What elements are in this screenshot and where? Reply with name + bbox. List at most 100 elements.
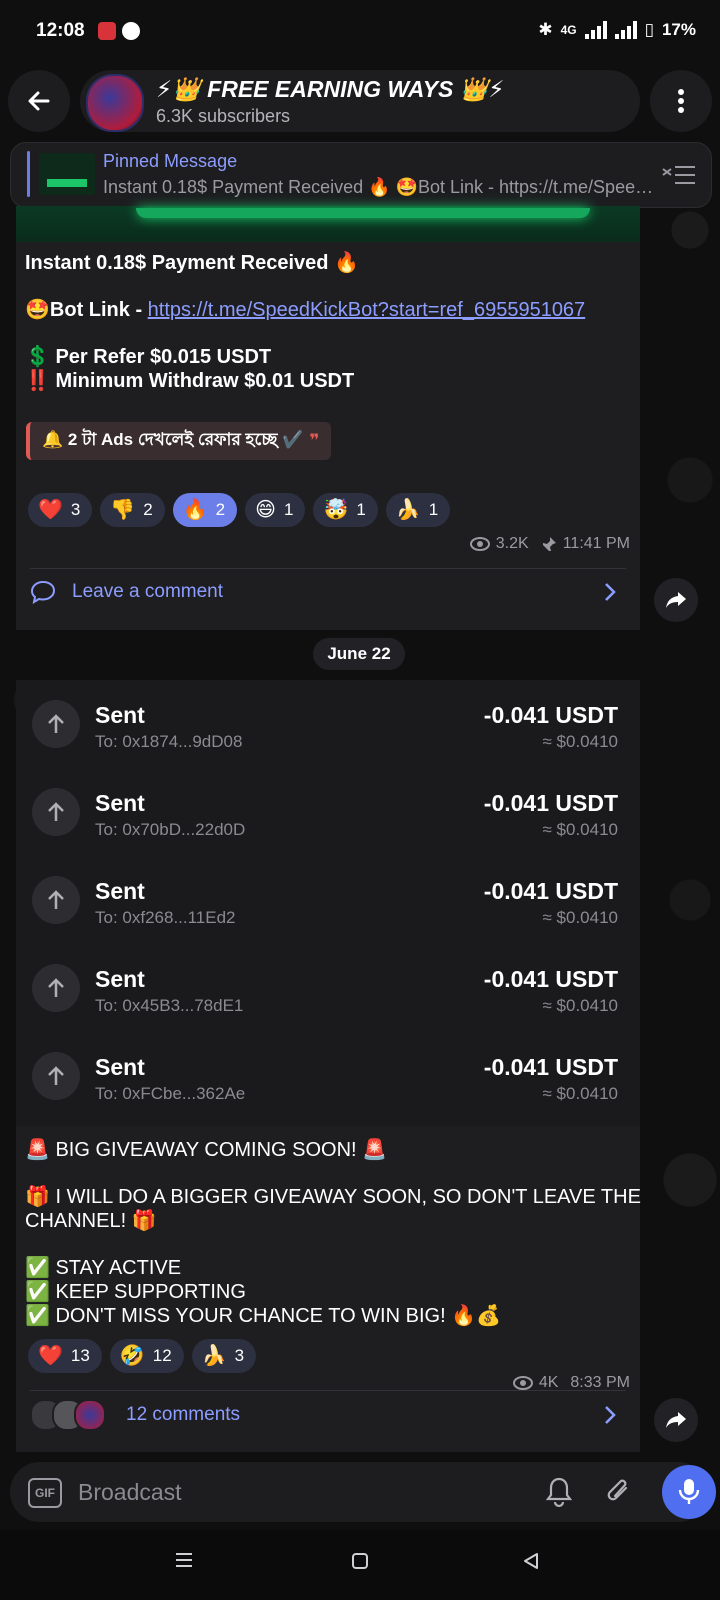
- reaction-count: 2: [143, 500, 153, 519]
- reaction-banana[interactable]: 🍌 1: [385, 493, 451, 527]
- reaction-fire[interactable]: 🔥 2: [172, 493, 238, 527]
- bot-link-prefix: 🤩Bot Link -: [25, 299, 148, 321]
- divider: [30, 1390, 626, 1391]
- transaction-row: Sent To: 0x45B3...78dE1 -0.041 USDT ≈ $0…: [16, 944, 640, 1032]
- battery-level: 17%: [661, 20, 696, 39]
- chevron-right-icon: [605, 1406, 616, 1424]
- min-withdraw-line: ‼️ Minimum Withdraw $0.01 USDT: [25, 370, 355, 392]
- transaction-row: Sent To: 0xf268...11Ed2 -0.041 USDT ≈ $0…: [16, 856, 640, 944]
- comment-icon: [30, 580, 56, 604]
- mind-blown-icon: 🤯: [323, 499, 349, 521]
- channel-title: ⚡👑 FREE EARNING WAYS 👑⚡: [156, 76, 505, 102]
- giveaway-headline: 🚨 BIG GIVEAWAY COMING SOON! 🚨: [25, 1139, 388, 1161]
- message-line: Instant 0.18$ Payment Received 🔥: [25, 252, 359, 274]
- tx-amount: -0.041 USDT: [483, 1054, 618, 1080]
- reaction-count: 13: [70, 1346, 90, 1365]
- eye-icon: [512, 1376, 533, 1390]
- thumbs-down-icon: 👎: [110, 499, 136, 521]
- tx-recipient: To: 0x45B3...78dE1: [95, 996, 244, 1015]
- reaction-thumbs-down[interactable]: 👎 2: [100, 493, 165, 527]
- arrow-up-icon: [32, 1052, 80, 1100]
- pin-icon: [542, 537, 556, 551]
- reaction-count: 1: [283, 500, 294, 519]
- tx-label: Sent: [95, 1054, 145, 1080]
- heart-icon: ❤️: [38, 499, 63, 521]
- pinned-list-icon[interactable]: [661, 163, 697, 187]
- message-image[interactable]: [16, 206, 640, 242]
- recents-icon[interactable]: [175, 1552, 193, 1568]
- message-bubble[interactable]: Instant 0.18$ Payment Received 🔥 🤩Bot Li…: [16, 206, 640, 630]
- tx-usd-value: ≈ $0.0410: [542, 820, 618, 839]
- message-bubble[interactable]: Sent To: 0x1874...9dD08 -0.041 USDT ≈ $0…: [16, 680, 641, 1452]
- date-separator: June 22: [313, 638, 405, 670]
- broadcast-input-bar: GIF Broadcast: [10, 1462, 716, 1522]
- app-notification-icon: [98, 22, 116, 40]
- chat-header: ⚡👑 FREE EARNING WAYS 👑⚡ 6.3K subscribers: [8, 70, 712, 134]
- giveaway-body: 🎁 I WILL DO A BIGGER GIVEAWAY SOON, SO D…: [25, 1186, 641, 1208]
- checklist-item: ✅ STAY ACTIVE: [25, 1257, 182, 1279]
- more-menu-button[interactable]: [650, 70, 712, 132]
- arrow-up-icon: [32, 876, 80, 924]
- reaction-mind-blown[interactable]: 🤯 1: [313, 493, 378, 527]
- reaction-banana[interactable]: 🍌 3: [191, 1339, 257, 1373]
- signal-icon-2: [614, 21, 637, 39]
- reaction-grin[interactable]: 😄 1: [245, 493, 306, 527]
- reaction-count: 1: [356, 500, 366, 519]
- reaction-heart[interactable]: ❤️ 13: [28, 1339, 102, 1373]
- transaction-screenshot[interactable]: Sent To: 0x1874...9dD08 -0.041 USDT ≈ $0…: [16, 680, 640, 1126]
- status-bar: 12:08 ✱ 4G ▯ 17%: [0, 0, 720, 64]
- rofl-icon: 🤣: [119, 1345, 145, 1367]
- bot-link-line: 🤩Bot Link - https://t.me/SpeedKickBot?st…: [25, 298, 585, 322]
- gif-icon[interactable]: GIF: [28, 1478, 62, 1508]
- view-count: 3.2K: [495, 535, 529, 552]
- tx-amount: -0.041 USDT: [483, 790, 618, 816]
- share-button[interactable]: [654, 578, 698, 622]
- banana-icon: 🍌: [395, 499, 421, 521]
- reaction-heart[interactable]: ❤️ 3: [28, 493, 93, 527]
- reaction-count: 3: [234, 1346, 245, 1365]
- microphone-button[interactable]: [662, 1465, 716, 1519]
- bot-link[interactable]: https://t.me/SpeedKickBot?start=ref_6955…: [148, 299, 586, 321]
- commenter-avatars: [30, 1399, 106, 1431]
- heart-icon: ❤️: [38, 1345, 63, 1367]
- tx-recipient: To: 0x70bD...22d0D: [95, 820, 246, 839]
- channel-info[interactable]: ⚡👑 FREE EARNING WAYS 👑⚡ 6.3K subscribers: [80, 70, 640, 132]
- reactions: ❤️ 3 👎 2 🔥 2 😄 1 🤯 1 🍌 1: [28, 493, 451, 527]
- paperclip-icon[interactable]: [604, 1476, 634, 1508]
- pinned-thumbnail: [39, 153, 95, 195]
- transaction-row: Sent To: 0xFCbe...362Ae -0.041 USDT ≈ $0…: [16, 1032, 640, 1120]
- tx-label: Sent: [95, 702, 145, 728]
- bell-icon[interactable]: [544, 1476, 574, 1508]
- reaction-rofl[interactable]: 🤣 12: [109, 1339, 184, 1373]
- share-icon: [666, 1412, 686, 1428]
- tx-usd-value: ≈ $0.0410: [542, 1084, 618, 1103]
- back-button[interactable]: [8, 70, 70, 132]
- quote-mark: ❞: [309, 431, 320, 450]
- share-button[interactable]: [654, 1398, 698, 1442]
- share-icon: [666, 592, 686, 608]
- tx-usd-value: ≈ $0.0410: [542, 996, 618, 1015]
- tx-amount: -0.041 USDT: [483, 702, 618, 728]
- reaction-count: 1: [428, 500, 439, 519]
- home-icon[interactable]: [351, 1552, 369, 1570]
- back-nav-icon[interactable]: [522, 1552, 540, 1570]
- broadcast-input[interactable]: Broadcast: [78, 1479, 182, 1506]
- pinned-indicator: [27, 151, 30, 197]
- quote-text: 🔔 2 টা Ads দেখলেই রেফার হচ্ছে ✔️: [42, 430, 304, 449]
- eye-icon: [469, 537, 490, 551]
- comments-row[interactable]: 12 comments: [30, 1392, 626, 1438]
- system-nav-bar: [0, 1530, 720, 1600]
- more-vertical-icon: [678, 89, 684, 113]
- tx-recipient: To: 0xf268...11Ed2: [95, 908, 236, 927]
- leave-comment-label: Leave a comment: [72, 581, 224, 602]
- reactions: ❤️ 13 🤣 12 🍌 3: [28, 1339, 257, 1373]
- tx-label: Sent: [95, 878, 145, 904]
- reaction-count: 3: [70, 500, 81, 519]
- pinned-message[interactable]: Pinned Message Instant 0.18$ Payment Rec…: [10, 142, 712, 208]
- reaction-count: 12: [152, 1346, 172, 1365]
- record-icon: [122, 22, 140, 40]
- leave-comment-row[interactable]: Leave a comment: [30, 569, 626, 615]
- quote-block: 🔔 2 টা Ads দেখলেই রেফার হচ্ছে ✔️ ❞: [26, 422, 332, 460]
- arrow-left-icon: [28, 91, 50, 111]
- pinned-label: Pinned Message: [103, 151, 238, 171]
